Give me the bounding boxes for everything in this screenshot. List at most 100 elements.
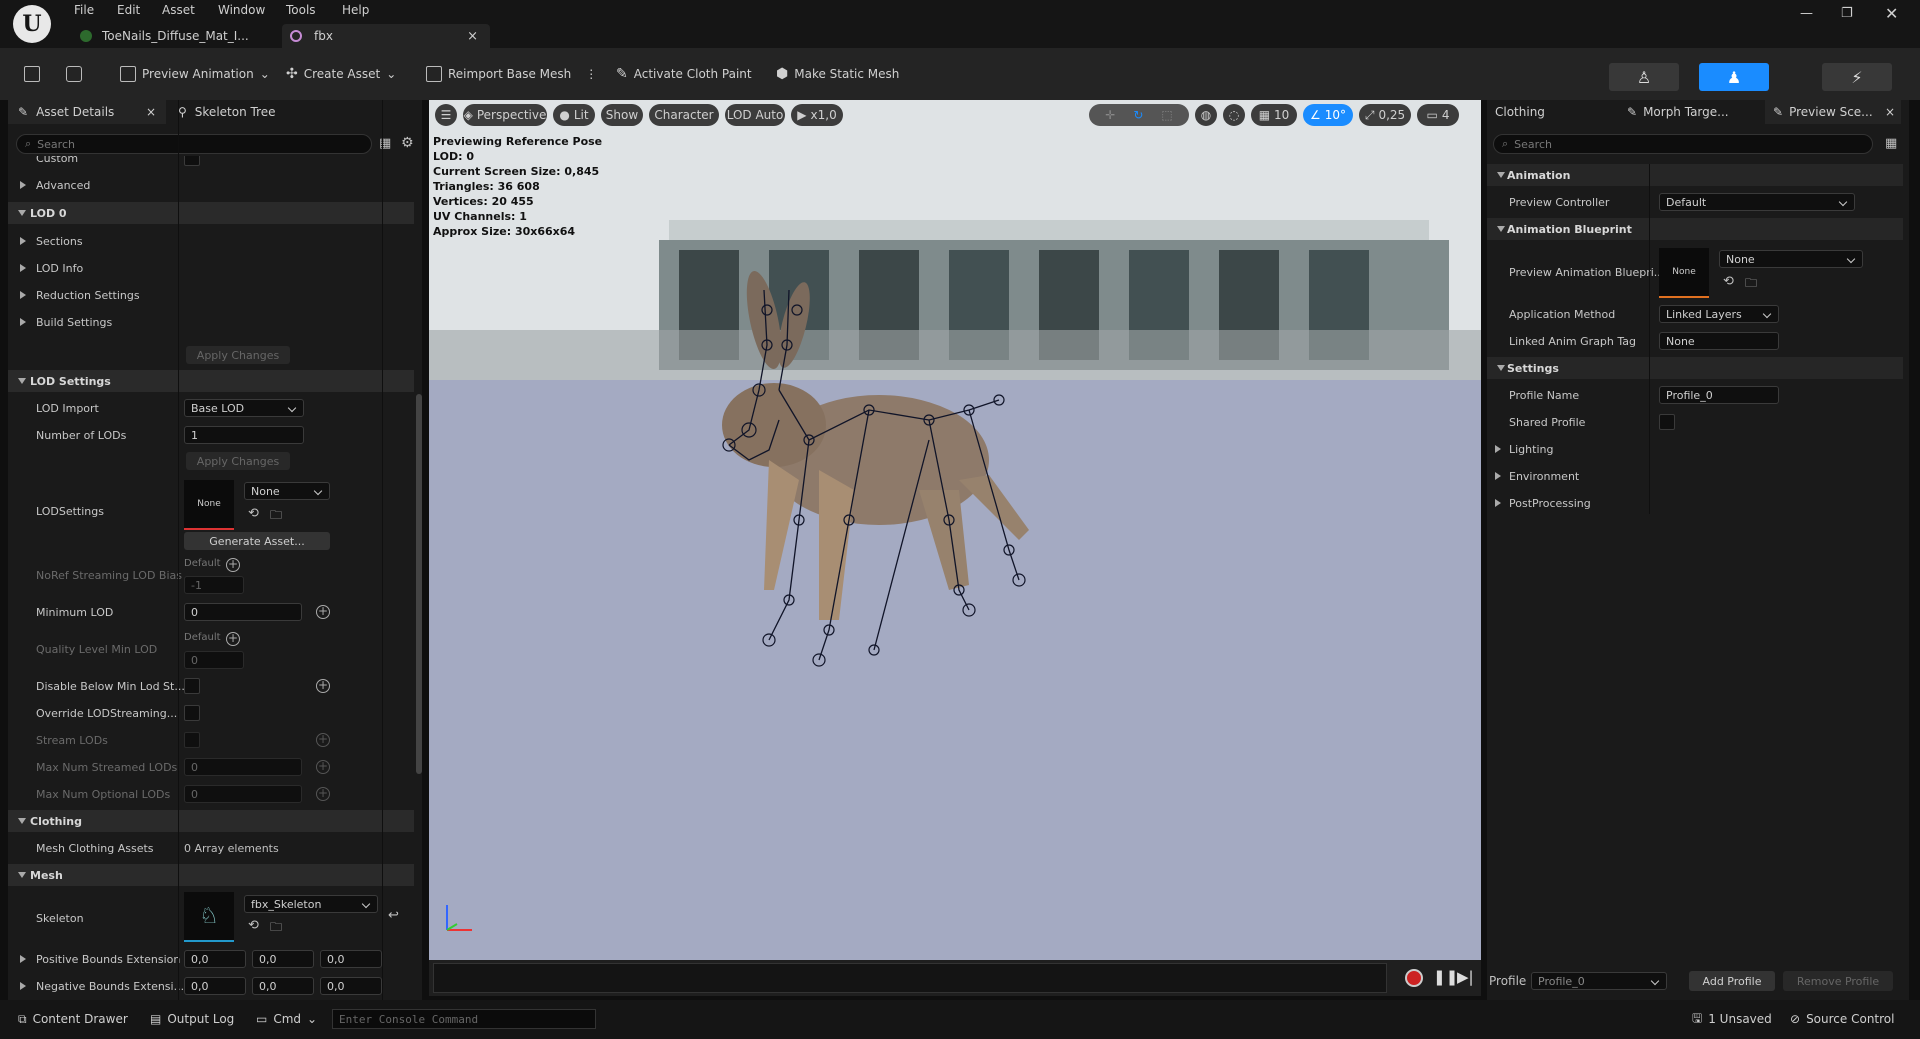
category-sections[interactable]: Sections [8, 230, 414, 252]
create-asset-button[interactable]: ✣ Create Asset ⌄ [286, 62, 396, 86]
physics-mode-button[interactable]: ⚡ [1822, 63, 1892, 91]
menu-asset[interactable]: Asset [162, 3, 195, 17]
make-static-mesh-button[interactable]: ⬢ Make Static Mesh [776, 62, 899, 86]
character-button[interactable]: Character [649, 104, 719, 126]
anim-bp-thumbnail[interactable]: None [1659, 248, 1709, 298]
apply-changes-button[interactable]: Apply Changes [186, 452, 290, 470]
pause-icon[interactable]: ❚❚ [1433, 968, 1458, 986]
bounds-y-field[interactable]: 0,0 [252, 977, 314, 995]
custom-checkbox[interactable] [184, 156, 200, 166]
transform-tools[interactable]: ✛ ↻ ⬚ [1089, 104, 1189, 126]
use-selected-icon[interactable]: ⟲ [1723, 274, 1734, 289]
mesh-mode-button[interactable]: ♟ [1699, 63, 1769, 91]
unsaved-button[interactable]: 🖫 1 Unsaved [1692, 1009, 1772, 1029]
section-clothing[interactable]: Clothing [8, 810, 414, 832]
anim-bp-dropdown[interactable]: None [1719, 250, 1863, 268]
world-local-button[interactable]: ◍ [1195, 104, 1217, 126]
minimum-lod-field[interactable]: 0 [184, 603, 302, 621]
category-reduction-settings[interactable]: Reduction Settings [8, 284, 414, 306]
section-lod0[interactable]: LOD 0 [8, 202, 414, 224]
save-button[interactable] [24, 62, 40, 86]
preview-controller-dropdown[interactable]: Default [1659, 193, 1855, 211]
skeleton-mode-button[interactable]: ♙ [1609, 63, 1679, 91]
close-icon[interactable]: × [467, 29, 478, 44]
category-build-settings[interactable]: Build Settings [8, 311, 414, 333]
skeleton-thumbnail[interactable]: ♘ [184, 892, 234, 942]
profile-name-field[interactable]: Profile_0 [1659, 386, 1779, 404]
skeleton-dropdown[interactable]: fbx_Skeleton [244, 895, 378, 913]
more-options-icon[interactable]: ⋮ [585, 67, 597, 81]
menu-edit[interactable]: Edit [117, 3, 140, 17]
bounds-x-field[interactable]: 0,0 [184, 950, 246, 968]
apply-changes-button[interactable]: Apply Changes [186, 346, 290, 364]
category-postprocessing[interactable]: PostProcessing [1487, 492, 1903, 514]
table-view-icon[interactable]: ▦ [379, 136, 391, 151]
browse-icon[interactable]: 🗀 [270, 918, 282, 939]
reset-arrow-icon[interactable]: ↩ [388, 908, 399, 923]
override-checkbox[interactable] [184, 705, 200, 721]
bounds-y-field[interactable]: 0,0 [252, 950, 314, 968]
tab-morph-targets[interactable]: ✎ Morph Targe... [1627, 100, 1747, 124]
close-icon[interactable]: × [1885, 105, 1895, 119]
add-override-icon[interactable]: + [226, 558, 240, 572]
browse-icon[interactable]: 🗀 [270, 506, 282, 527]
viewport-menu-button[interactable]: ☰ [435, 104, 457, 126]
menu-window[interactable]: Window [218, 3, 265, 17]
record-icon[interactable] [1405, 969, 1423, 987]
menu-help[interactable]: Help [342, 3, 369, 17]
timeline-track[interactable] [433, 963, 1387, 993]
tab-clothing[interactable]: Clothing [1495, 100, 1605, 124]
output-log-button[interactable]: ▤ Output Log [150, 1009, 234, 1029]
unreal-logo-icon[interactable]: U [13, 5, 51, 43]
restore-icon[interactable]: ❐ [1841, 6, 1853, 21]
add-icon[interactable]: + [316, 679, 330, 693]
linked-tag-field[interactable]: None [1659, 332, 1779, 350]
lodsettings-thumbnail[interactable]: None [184, 480, 234, 530]
close-window-icon[interactable]: ✕ [1885, 4, 1898, 23]
tab-skeleton-tree[interactable]: ⚲ Skeleton Tree [178, 100, 276, 124]
category-environment[interactable]: Environment [1487, 465, 1903, 487]
show-button[interactable]: Show [601, 104, 643, 126]
section-animation-blueprint[interactable]: Animation Blueprint [1487, 218, 1903, 240]
scrollbar[interactable] [416, 394, 422, 774]
bounds-z-field[interactable]: 0,0 [320, 977, 382, 995]
grid-snap-button[interactable]: ▦ 10 [1251, 104, 1297, 126]
console-command-input[interactable]: Enter Console Command [332, 1009, 596, 1029]
tab-fbx[interactable]: fbx × [282, 24, 490, 48]
minimize-icon[interactable]: — [1800, 6, 1813, 21]
tab-asset-details[interactable]: ✎ Asset Details × [8, 100, 166, 124]
preview-viewport[interactable]: ☰ ◈ Perspective ● Lit Show Character LOD A… [429, 100, 1481, 960]
menu-tools[interactable]: Tools [286, 3, 316, 17]
section-mesh[interactable]: Mesh [8, 864, 414, 886]
tab-toenails-material[interactable]: ToeNails_Diffuse_Mat_I... [72, 24, 280, 48]
use-selected-icon[interactable]: ⟲ [248, 506, 259, 521]
profile-dropdown[interactable]: Profile_0 [1531, 972, 1667, 990]
lod-auto-button[interactable]: LOD Auto [725, 104, 785, 126]
perspective-button[interactable]: ◈ Perspective [463, 104, 547, 126]
section-animation[interactable]: Animation [1487, 164, 1903, 186]
remove-profile-button[interactable]: Remove Profile [1783, 971, 1893, 991]
search-input[interactable]: ⌕ Search [16, 134, 372, 154]
search-input[interactable]: ⌕ Search [1493, 134, 1873, 154]
browse-button[interactable] [66, 62, 82, 86]
section-lod-settings[interactable]: LOD Settings [8, 370, 414, 392]
add-profile-button[interactable]: Add Profile [1689, 971, 1775, 991]
preview-animation-button[interactable]: Preview Animation ⌄ [120, 62, 270, 86]
playback-speed-button[interactable]: ▶ x1,0 [791, 104, 843, 126]
menu-file[interactable]: File [74, 3, 94, 17]
disable-below-checkbox[interactable] [184, 678, 200, 694]
number-of-lods-field[interactable]: 1 [184, 426, 304, 444]
use-selected-icon[interactable]: ⟲ [248, 918, 259, 933]
camera-speed-button[interactable]: ▭ 4 [1417, 104, 1459, 126]
lod-import-dropdown[interactable]: Base LOD [184, 399, 304, 417]
category-advanced[interactable]: Advanced [8, 174, 414, 196]
browse-icon[interactable]: 🗀 [1745, 274, 1757, 295]
cmd-dropdown[interactable]: ▭ Cmd ⌄ [256, 1009, 317, 1029]
shared-profile-checkbox[interactable] [1659, 414, 1675, 430]
reimport-base-mesh-button[interactable]: Reimport Base Mesh ⋮ [426, 62, 597, 86]
bounds-z-field[interactable]: 0,0 [320, 950, 382, 968]
generate-asset-button[interactable]: Generate Asset... [184, 532, 330, 550]
activate-cloth-paint-button[interactable]: ✎ Activate Cloth Paint [616, 62, 752, 86]
tab-preview-scene[interactable]: ✎ Preview Sce... × [1765, 100, 1901, 124]
content-drawer-button[interactable]: ⧉ Content Drawer [18, 1009, 128, 1029]
